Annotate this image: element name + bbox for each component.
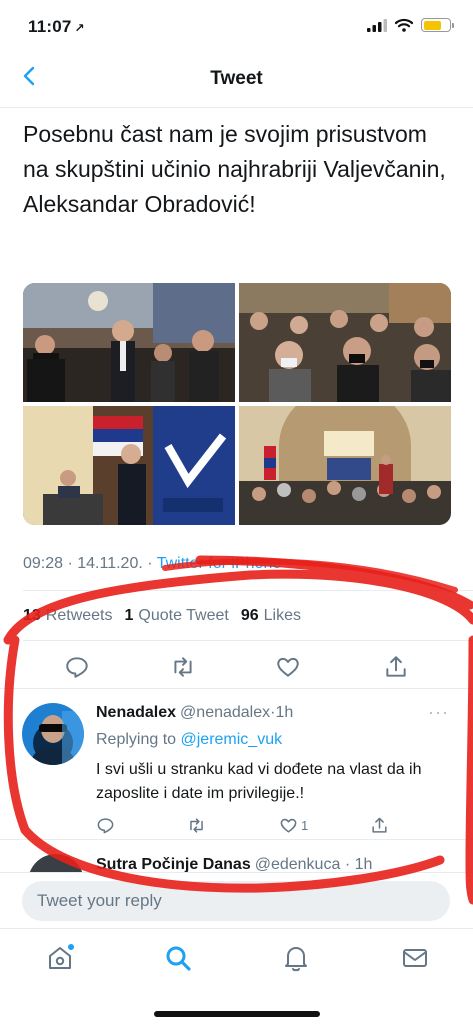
signal-icon (367, 18, 387, 32)
speaker-podium-photo[interactable] (23, 406, 235, 525)
media-grid (23, 283, 451, 525)
reply-header: Sutra Počinje Danas @edenkuca · 1h (96, 856, 372, 872)
tweet-meta: 09:28 · 14.11.20. · Twitter for iPhone (23, 555, 281, 573)
wifi-icon (395, 18, 413, 32)
tweet-stats: 13 Retweets 1 Quote Tweet 96 Likes (23, 607, 307, 625)
reply-author-handle: @edenkuca (254, 856, 341, 872)
conference-audience-photo[interactable] (23, 283, 235, 402)
meta-separator: · (142, 555, 157, 572)
reply-like-action[interactable]: 1 (279, 815, 308, 835)
home-indicator (154, 1011, 320, 1017)
messages-icon[interactable] (400, 943, 430, 973)
reply-icon (97, 817, 114, 833)
replying-to: Replying to @jeremic_vuk (96, 731, 282, 749)
status-icons (367, 18, 454, 32)
divider (23, 640, 473, 641)
tweet-text: Posebnu čast nam je svojim prisustvom na… (23, 121, 446, 217)
reply-time: 1h (354, 856, 373, 872)
tweet-timestamp: 09:28 · 14.11.20. (23, 555, 143, 572)
like-icon (280, 818, 297, 833)
like-icon[interactable] (275, 654, 301, 680)
divider (23, 590, 473, 591)
battery-icon (421, 18, 454, 32)
share-icon (372, 817, 387, 833)
audience-masks-photo[interactable] (239, 283, 451, 402)
reply-separator: · (344, 856, 351, 872)
reply-text: I svi ušli u stranku kad vi dođete na vl… (96, 761, 422, 802)
quotes-stat[interactable]: 1 Quote Tweet (125, 607, 229, 625)
home-icon[interactable] (45, 943, 75, 973)
likes-stat[interactable]: 96 Likes (241, 607, 301, 625)
tab-bar (0, 928, 473, 1024)
tweet-actions (0, 648, 473, 686)
avatar[interactable] (28, 854, 84, 872)
notifications-icon[interactable] (281, 943, 311, 973)
search-icon[interactable] (163, 943, 193, 973)
reply-input[interactable] (22, 881, 450, 921)
reply-icon[interactable] (64, 654, 90, 680)
retweet-icon[interactable] (170, 654, 196, 680)
nav-bar: Tweet (0, 48, 473, 108)
status-bar: 11:07 ↗ (0, 0, 473, 48)
hall-audience-photo[interactable] (239, 406, 451, 525)
page-title: Tweet (210, 68, 263, 89)
tweet-source-link[interactable]: Twitter for iPhone (157, 555, 282, 572)
reply-header: Nenadalex @nenadalex·1h (96, 704, 293, 722)
reply-author-handle: @nenadalex (180, 704, 271, 721)
reply-reply-action[interactable] (96, 815, 115, 835)
reply-time: 1h (275, 704, 294, 721)
location-arrow-icon: ↗ (74, 21, 85, 35)
divider (0, 688, 473, 689)
replying-label: Replying to (96, 731, 177, 748)
retweet-icon (190, 817, 203, 833)
reply-like-count: 1 (301, 817, 309, 833)
reply-retweet-action[interactable] (187, 815, 206, 835)
share-icon[interactable] (383, 654, 409, 680)
replying-handle-link[interactable]: @jeremic_vuk (181, 731, 283, 748)
reply-author-name[interactable]: Nenadalex (96, 704, 176, 721)
next-reply-tweet[interactable]: Sutra Počinje Danas @edenkuca · 1h (0, 842, 473, 872)
status-time: 11:07 ↗ (28, 17, 85, 36)
reply-share-action[interactable] (370, 815, 389, 835)
reply-composer (0, 872, 473, 928)
more-options-icon[interactable]: ··· (428, 702, 449, 723)
reply-tweet[interactable]: Nenadalex @nenadalex·1h ··· Replying to @… (0, 690, 473, 840)
reply-author-name[interactable]: Sutra Počinje Danas (96, 856, 251, 872)
retweets-stat[interactable]: 13 Retweets (23, 607, 113, 625)
avatar[interactable] (22, 703, 84, 765)
